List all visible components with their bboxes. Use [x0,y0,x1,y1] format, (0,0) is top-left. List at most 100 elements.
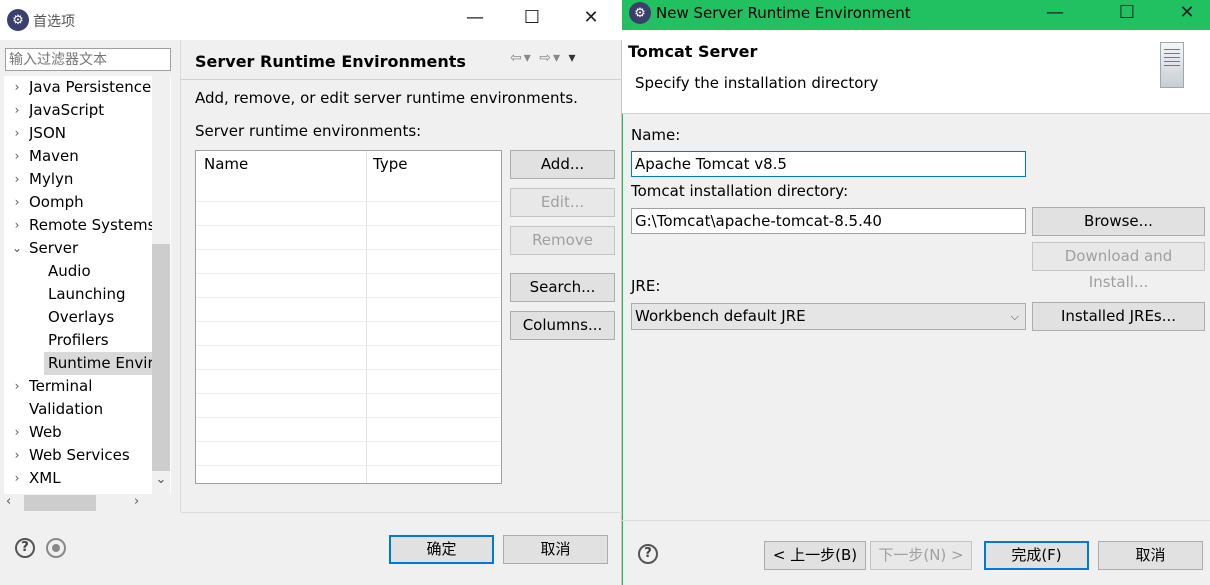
tree-collapsed-icon[interactable]: › [10,195,24,209]
table-row [196,201,501,202]
tree-item[interactable]: Java Persistence [29,76,152,99]
tree-item[interactable]: Server [29,237,152,260]
scroll-left-icon[interactable]: ‹ [6,494,11,509]
table-row [196,249,501,250]
tree-collapsed-icon[interactable]: › [10,149,24,163]
tree-collapsed-icon[interactable]: › [10,379,24,393]
eclipse-app-icon: ⚙ [629,2,651,24]
table-row [196,345,501,346]
remove-button[interactable]: Remove [510,226,615,255]
jre-select[interactable]: Workbench default JRE ⌵ [631,303,1026,330]
tree-item[interactable]: Profilers [48,329,152,352]
tree-item[interactable]: Oomph [29,191,152,214]
server-icon [1160,42,1184,88]
page-title: Server Runtime Environments [195,52,466,71]
help-icon[interactable]: ? [15,538,35,558]
edit-button[interactable]: Edit... [510,188,615,217]
tree-item[interactable]: Remote Systems [29,214,152,237]
tree-collapsed-icon[interactable]: › [10,218,24,232]
tree-item[interactable]: Launching [48,283,152,306]
directory-field[interactable]: G:\Tomcat\apache-tomcat-8.5.40 [631,208,1026,234]
tree-item[interactable]: JSON [29,122,152,145]
table-row [196,417,501,418]
tree-item[interactable]: Web Services [29,444,152,467]
browse-button[interactable]: Browse... [1032,207,1205,236]
tree-item[interactable]: Validation [29,398,152,421]
next-button[interactable]: 下一步(N) > [870,541,972,570]
tree-item[interactable]: JavaScript [29,99,152,122]
preferences-tree[interactable]: › Java Persistence › JavaScript › JSON › Maven ›… [4,76,171,494]
table-row [196,441,501,442]
tree-item[interactable]: Overlays [48,306,152,329]
table-row [196,225,501,226]
column-header-name[interactable]: Name [204,155,248,173]
back-arrow-icon[interactable]: ⇦ [510,50,524,66]
search-button[interactable]: Search... [510,273,615,302]
pane-divider[interactable] [180,40,181,512]
eclipse-app-icon: ⚙ [7,9,29,31]
scroll-right-icon[interactable]: › [134,494,139,509]
table-row [196,297,501,298]
tree-collapsed-icon[interactable]: › [10,80,24,94]
jre-label: JRE: [631,277,661,295]
dialog-close-icon[interactable]: ✕ [1172,3,1202,23]
dialog-maximize-icon[interactable]: ☐ [1112,3,1142,23]
columns-button[interactable]: Columns... [510,311,615,340]
tree-item[interactable]: XML [29,467,152,490]
tree-item[interactable]: Audio [48,260,152,283]
maximize-icon[interactable]: ☐ [517,8,547,28]
tree-collapsed-icon[interactable]: › [10,471,24,485]
tree-item[interactable]: Web [29,421,152,444]
tree-item[interactable]: Mylyn [29,168,152,191]
title-separator [181,79,622,80]
runtime-list-label: Server runtime environments: [195,122,422,140]
tree-item[interactable]: Maven [29,145,152,168]
page-navigation[interactable]: ⇦▾ ⇨▾ ▾ [510,50,577,66]
tree-item[interactable]: Terminal [29,375,152,398]
runtime-table[interactable]: Name Type [195,150,502,484]
back-button[interactable]: < 上一步(B) [764,541,866,570]
tree-collapsed-icon[interactable]: › [10,425,24,439]
tree-collapsed-icon[interactable]: › [10,172,24,186]
chevron-down-icon: ⌵ [1010,310,1019,323]
table-row [196,393,501,394]
view-menu-icon[interactable]: ▾ [568,50,577,66]
scroll-down-icon[interactable]: ⌄ [152,472,170,487]
minimize-icon[interactable]: — [460,8,490,28]
bottom-separator [181,512,622,513]
close-icon[interactable]: ✕ [576,8,606,28]
finish-button[interactable]: 完成(F) [984,541,1089,570]
cancel-button[interactable]: 取消 [503,535,608,564]
forward-menu-icon[interactable]: ▾ [553,50,562,66]
back-menu-icon[interactable]: ▾ [524,50,533,66]
dialog-cancel-button[interactable]: 取消 [1098,541,1203,570]
tree-collapsed-icon[interactable]: › [10,103,24,117]
tree-hscroll-thumb[interactable] [24,495,96,511]
dialog-help-icon[interactable]: ? [638,544,658,564]
jre-selected-value: Workbench default JRE [635,307,806,325]
table-row [196,465,501,466]
installed-jres-button[interactable]: Installed JREs... [1032,302,1205,331]
tree-item[interactable]: Runtime Enviro [44,352,152,375]
name-field[interactable]: Apache Tomcat v8.5 [631,151,1026,177]
filter-input[interactable] [5,48,171,71]
name-label: Name: [631,126,681,144]
dialog-header-title: Tomcat Server [628,42,758,61]
tree-scroll-thumb[interactable] [152,244,170,471]
tree-expanded-icon[interactable]: ⌄ [10,241,24,255]
dialog-minimize-icon[interactable]: — [1040,3,1070,23]
directory-label: Tomcat installation directory: [631,182,849,200]
download-install-button[interactable]: Download and Install... [1032,242,1205,291]
forward-arrow-icon[interactable]: ⇨ [539,50,553,66]
tree-collapsed-icon[interactable]: › [10,126,24,140]
record-icon[interactable] [46,538,66,558]
page-description: Add, remove, or edit server runtime envi… [195,89,578,107]
dialog-title: New Server Runtime Environment [656,4,911,22]
preferences-title: 首选项 [33,14,75,30]
table-row [196,321,501,322]
add-button[interactable]: Add... [510,150,615,179]
tree-collapsed-icon[interactable]: › [10,448,24,462]
dialog-header-message: Specify the installation directory [635,74,879,92]
ok-button[interactable]: 确定 [389,535,494,564]
column-header-type[interactable]: Type [373,155,407,173]
